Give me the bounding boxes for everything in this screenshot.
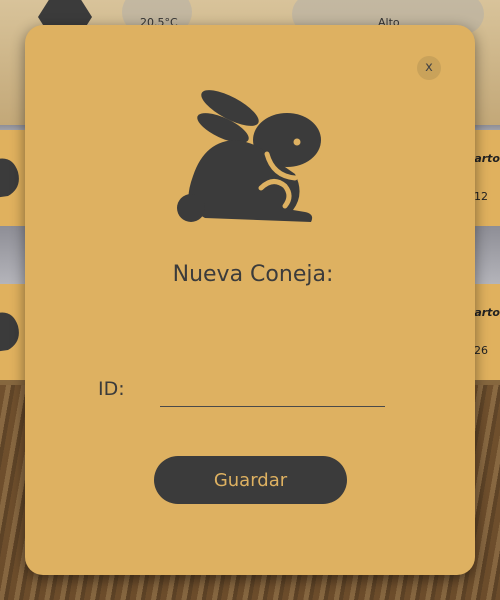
rabbit-icon — [177, 90, 322, 222]
background-rabbit-icon — [0, 312, 19, 352]
close-button[interactable]: x — [417, 56, 441, 80]
dialog-title: Nueva Coneja: — [172, 262, 334, 287]
new-rabbit-dialog: x Nueva Coneja: ID: Guardar — [25, 25, 475, 575]
save-button[interactable]: Guardar — [154, 456, 347, 504]
background-card-number: 26 — [474, 344, 488, 357]
id-label: ID: — [98, 378, 125, 400]
id-input[interactable] — [160, 381, 385, 407]
background-rabbit-icon — [0, 158, 19, 198]
background-card-number: 12 — [474, 190, 488, 203]
